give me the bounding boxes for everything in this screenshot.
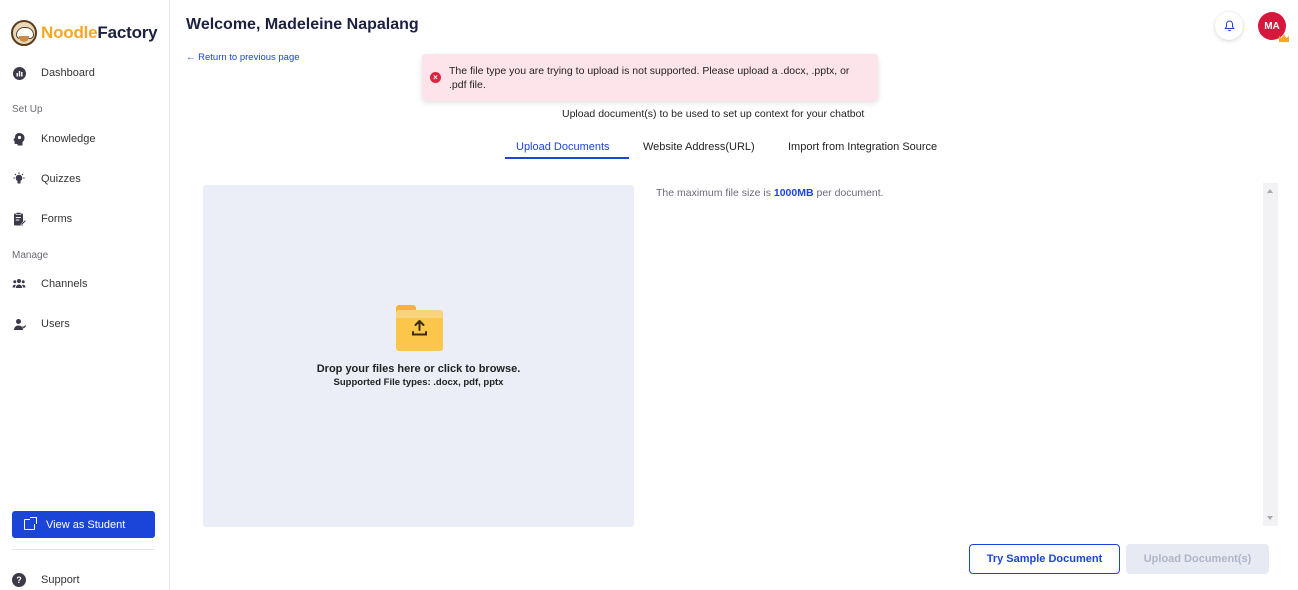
upload-subtitle: Upload document(s) to be used to set up …	[562, 108, 865, 120]
section-setup: Set Up	[12, 104, 43, 115]
file-list-scrollbar[interactable]	[1263, 183, 1278, 526]
section-manage: Manage	[12, 250, 49, 261]
help-icon: ?	[12, 573, 26, 587]
page-title: Welcome, Madeleine Napalang	[186, 16, 419, 33]
scroll-down-arrow-icon[interactable]	[1267, 516, 1273, 520]
app-root: NoodleFactory Dashboard Set Up Knowledge…	[0, 0, 1298, 590]
sidebar-item-label: Channels	[41, 278, 88, 290]
bell-icon	[1223, 20, 1235, 32]
upload-documents-button[interactable]: Upload Document(s)	[1126, 544, 1269, 574]
sidebar-item-dashboard[interactable]: Dashboard	[12, 63, 95, 83]
view-as-student-button[interactable]: View as Student	[12, 511, 155, 538]
forms-icon	[12, 212, 26, 226]
sidebar-item-label: Support	[41, 574, 80, 586]
file-dropzone[interactable]: Drop your files here or click to browse.…	[203, 185, 634, 527]
sidebar-item-support[interactable]: ? Support	[12, 570, 80, 590]
notifications-button[interactable]	[1215, 12, 1243, 40]
noodle-chef-icon	[11, 20, 37, 46]
sidebar-item-label: Dashboard	[41, 67, 95, 79]
tab-import-integration[interactable]: Import from Integration Source	[788, 141, 937, 153]
sidebar-item-channels[interactable]: Channels	[12, 274, 87, 294]
active-tab-indicator	[505, 157, 629, 159]
sidebar-item-label: Forms	[41, 213, 73, 225]
error-icon: ×	[430, 72, 441, 83]
folder-upload-icon	[396, 305, 443, 351]
people-icon	[12, 277, 26, 291]
sidebar-item-quizzes[interactable]: Quizzes	[12, 169, 81, 189]
max-file-size-note: The maximum file size is 1000MB per docu…	[656, 187, 884, 199]
sidebar-item-label: Quizzes	[41, 173, 81, 185]
error-message: The file type you are trying to upload i…	[449, 64, 850, 91]
scroll-up-arrow-icon[interactable]	[1267, 189, 1273, 193]
brand-logo[interactable]: NoodleFactory	[11, 20, 158, 46]
view-as-student-label: View as Student	[46, 518, 126, 531]
avatar-initials: MA	[1264, 20, 1280, 32]
sidebar-item-label: Knowledge	[41, 133, 96, 145]
brand-name: NoodleFactory	[41, 23, 158, 42]
avatar[interactable]: MA	[1258, 12, 1289, 42]
dropzone-title: Drop your files here or click to browse.	[316, 363, 521, 375]
sidebar-item-knowledge[interactable]: Knowledge	[12, 129, 95, 149]
sidebar-item-forms[interactable]: Forms	[12, 209, 72, 229]
try-sample-document-button[interactable]: Try Sample Document	[969, 544, 1120, 574]
sidebar-divider	[12, 549, 155, 550]
tab-website-address[interactable]: Website Address(URL)	[643, 141, 755, 153]
dashboard-icon	[12, 66, 26, 80]
error-toast: × The file type you are trying to upload…	[422, 54, 878, 101]
external-link-icon	[24, 517, 37, 530]
max-file-size-value: 1000MB	[773, 187, 814, 199]
crown-icon	[1279, 34, 1289, 42]
sidebar-item-users[interactable]: Users	[12, 314, 70, 334]
return-link[interactable]: ← Return to previous page	[186, 52, 300, 63]
knowledge-icon	[12, 132, 26, 146]
tab-upload-documents[interactable]: Upload Documents	[516, 141, 610, 153]
sidebar: NoodleFactory Dashboard Set Up Knowledge…	[0, 0, 170, 590]
lightbulb-icon	[12, 172, 26, 186]
sidebar-item-label: Users	[41, 318, 70, 330]
user-icon	[12, 317, 26, 331]
dropzone-supported-types: Supported File types: .docx, pdf, pptx	[333, 377, 504, 388]
